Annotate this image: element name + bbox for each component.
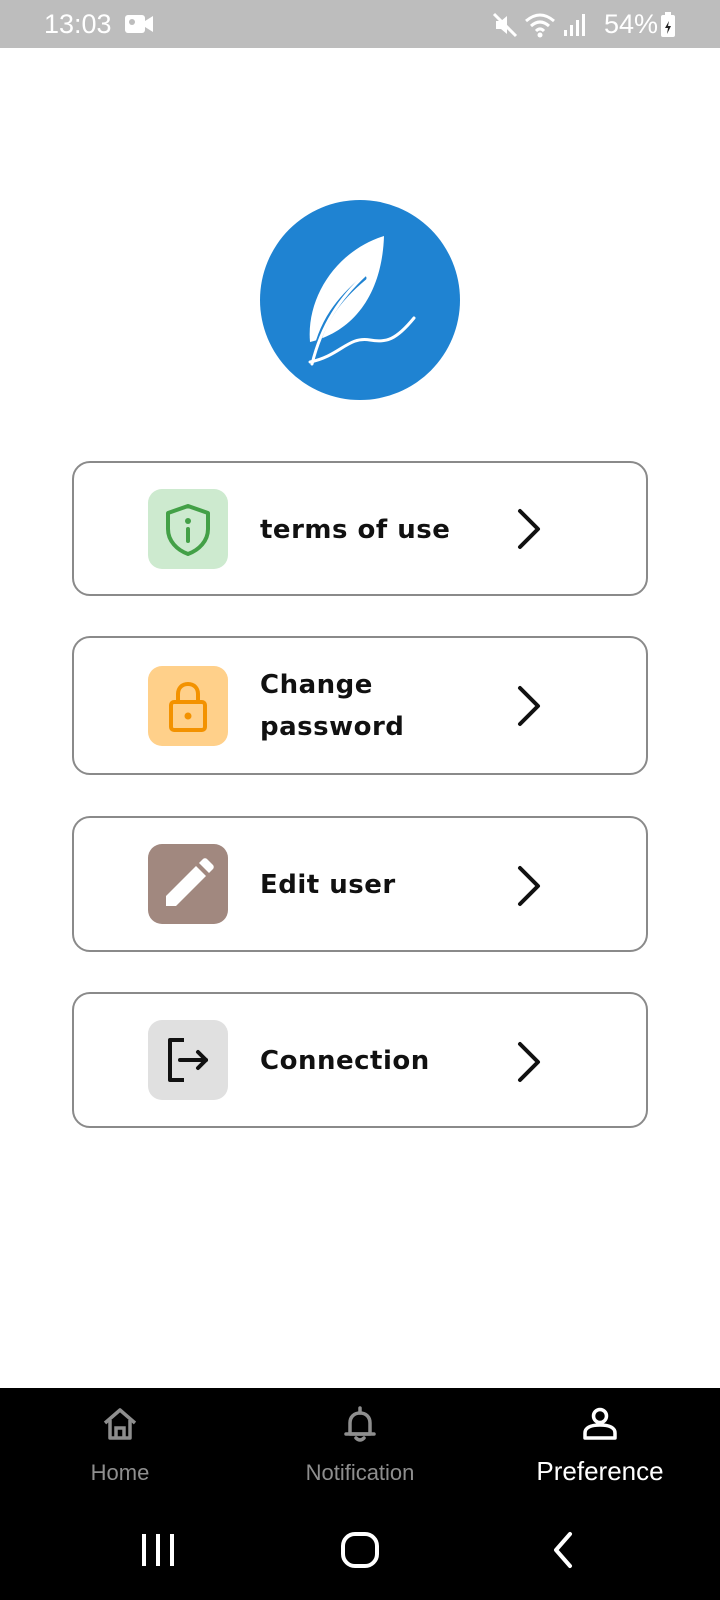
chevron-right-icon — [514, 684, 544, 728]
chevron-right-icon — [514, 507, 544, 551]
battery-percent: 54% — [604, 9, 659, 39]
menu-label-change-password-line2: password — [260, 712, 405, 742]
menu-label-edit-user: Edit user — [260, 870, 396, 900]
chevron-right-icon — [514, 1040, 544, 1084]
chevron-right-icon — [514, 864, 544, 908]
mute-icon — [492, 12, 518, 43]
battery-charging-icon — [660, 12, 676, 43]
status-bar: 13:03 54% — [0, 0, 720, 48]
nav-item-home[interactable]: Home — [0, 1388, 240, 1504]
system-back-button[interactable] — [544, 1530, 584, 1575]
nav-label-notification: Notification — [305, 1460, 415, 1485]
recent-apps-icon — [142, 1534, 174, 1566]
menu-label-terms-of-use: terms of use — [260, 515, 451, 545]
wifi-icon — [524, 12, 556, 43]
recent-apps-button[interactable] — [138, 1530, 178, 1575]
lock-icon — [169, 681, 207, 732]
user-icon — [583, 1407, 617, 1440]
app-logo — [260, 200, 460, 400]
edit-user-icon-box — [148, 844, 228, 924]
nav-label-home: Home — [90, 1460, 150, 1485]
menu-item-change-password[interactable]: Change password — [72, 636, 648, 775]
menu-label-change-password: Change password — [260, 664, 404, 748]
menu-label-connection: Connection — [260, 1046, 430, 1076]
menu-item-terms-of-use[interactable]: terms of use — [72, 461, 648, 596]
connection-icon-box — [148, 1020, 228, 1100]
video-camera-icon — [124, 13, 154, 40]
leaf-quill-icon — [308, 236, 416, 366]
terms-icon-box — [148, 489, 228, 569]
logout-icon — [168, 1038, 208, 1082]
menu-item-connection[interactable]: Connection — [72, 992, 648, 1128]
back-icon — [554, 1532, 572, 1568]
home-circle-icon — [341, 1532, 379, 1568]
system-home-button[interactable] — [340, 1530, 380, 1575]
nav-item-notification[interactable]: Notification — [240, 1388, 480, 1504]
home-icon — [103, 1408, 137, 1440]
pencil-icon — [166, 858, 214, 906]
password-icon-box — [148, 666, 228, 746]
shield-info-icon — [166, 504, 210, 556]
nav-label-preference: Preference — [536, 1456, 664, 1486]
nav-item-preference[interactable]: Preference — [480, 1388, 720, 1504]
menu-label-change-password-line1: Change — [260, 670, 373, 700]
status-time: 13:03 — [44, 9, 112, 39]
menu-item-edit-user[interactable]: Edit user — [72, 816, 648, 952]
bell-icon — [344, 1406, 376, 1442]
signal-icon — [562, 12, 588, 43]
